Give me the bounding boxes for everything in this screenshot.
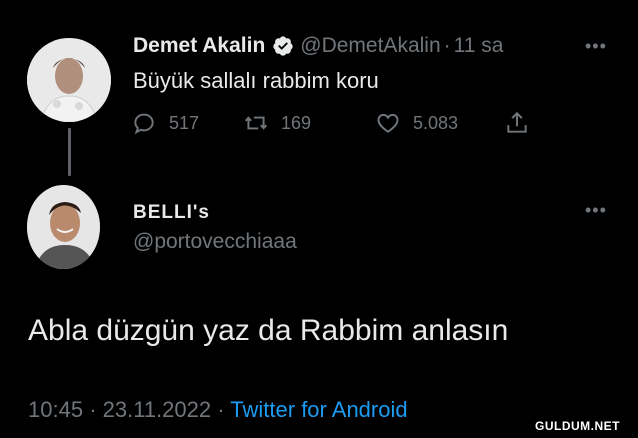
avatar-belli[interactable] (27, 185, 100, 269)
heart-icon (377, 113, 399, 133)
tweet-actions: 517 169 5.083 (131, 110, 541, 140)
thread-connector-line (68, 128, 71, 176)
ellipsis-icon[interactable]: ••• (585, 200, 607, 221)
watermark: GULDUM.NET (535, 419, 620, 433)
reply-author-name[interactable]: BELLI's (133, 202, 210, 224)
tweet-meta: 10:45 · 23.11.2022 · Twitter for Android (28, 397, 408, 423)
separator-dot: · (443, 34, 451, 57)
reply-count: 517 (169, 112, 200, 133)
share-icon (507, 111, 527, 133)
reply-author-handle[interactable]: @portovecchiaaa (133, 230, 297, 254)
tweet-date[interactable]: 23.11.2022 (103, 397, 211, 422)
tweet-text: Büyük sallalı rabbim koru (133, 68, 379, 93)
reply-button[interactable]: 517 (131, 110, 199, 136)
avatar-demet-akalin[interactable] (27, 38, 111, 122)
retweet-count: 169 (281, 112, 312, 133)
separator-dot: · (217, 397, 231, 422)
retweet-button[interactable]: 169 (243, 110, 311, 136)
ellipsis-icon[interactable]: ••• (585, 36, 607, 57)
tweet-time[interactable]: 11 sa (454, 33, 504, 59)
reply-text: Abla düzgün yaz da Rabbim anlasın (28, 314, 509, 347)
author-handle[interactable]: @DemetAkalin (300, 33, 440, 59)
share-button[interactable] (504, 110, 542, 136)
separator-dot: · (89, 397, 103, 422)
verified-badge-icon (272, 35, 294, 57)
tweet-header: Demet Akalin @DemetAkalin · 11 sa (133, 33, 503, 59)
retweet-icon (244, 116, 268, 130)
tweet-timestamp[interactable]: 10:45 (28, 397, 83, 422)
like-count: 5.083 (413, 112, 459, 133)
like-button[interactable]: 5.083 (375, 110, 458, 136)
reply-icon (134, 113, 154, 135)
tweet-source[interactable]: Twitter for Android (230, 397, 407, 422)
author-name[interactable]: Demet Akalin (133, 33, 265, 59)
